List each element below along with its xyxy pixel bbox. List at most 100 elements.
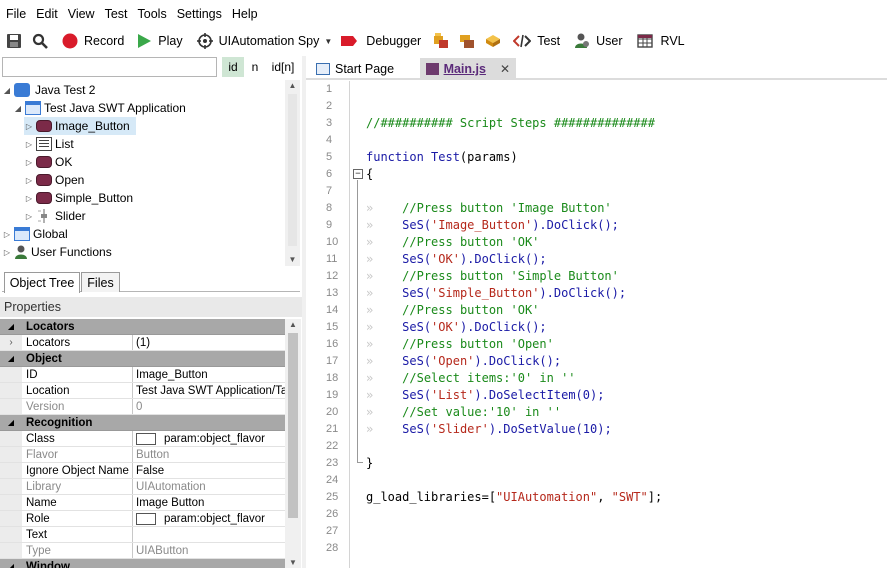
tree-scroll-thumb[interactable] bbox=[288, 94, 297, 246]
collapse-icon[interactable]: ◢ bbox=[0, 351, 22, 366]
chevron-down-icon[interactable]: ▼ bbox=[324, 37, 332, 46]
category-locators[interactable]: ◢ Locators bbox=[0, 319, 285, 335]
expand-icon[interactable]: ▷ bbox=[24, 158, 34, 167]
search-by-index-button[interactable]: id[n] bbox=[268, 57, 298, 77]
property-value[interactable]: Image_Button bbox=[133, 367, 285, 382]
close-icon[interactable]: ✕ bbox=[500, 62, 510, 76]
property-row-library[interactable]: Library UIAutomation bbox=[0, 479, 285, 495]
properties-scroll-thumb[interactable] bbox=[288, 333, 298, 518]
collapse-icon[interactable]: ◢ bbox=[0, 319, 22, 334]
property-row-location[interactable]: Location Test Java SWT Application/Ta bbox=[0, 383, 285, 399]
menu-test[interactable]: Test bbox=[105, 7, 128, 21]
property-row-class[interactable]: Class param:object_flavor bbox=[0, 431, 285, 447]
fold-toggle-icon[interactable]: − bbox=[353, 169, 363, 179]
user-button[interactable]: User bbox=[574, 30, 623, 52]
collapse-icon[interactable]: ◢ bbox=[13, 104, 23, 113]
panel-splitter[interactable] bbox=[302, 56, 306, 568]
code-area[interactable]: //########## Script Steps ##############… bbox=[366, 81, 886, 568]
tree-item-simple-button[interactable]: ▷ Simple_Button bbox=[24, 189, 133, 207]
object-search-input[interactable] bbox=[2, 57, 217, 77]
search-by-name-button[interactable]: n bbox=[247, 57, 263, 77]
rvl-button[interactable]: RVL bbox=[636, 30, 685, 52]
property-value[interactable]: UIAutomation bbox=[133, 479, 285, 494]
tree-item-java-test-2[interactable]: ◢ Java Test 2 bbox=[2, 81, 95, 99]
property-value-cell[interactable]: param:object_flavor bbox=[133, 511, 285, 526]
menu-help[interactable]: Help bbox=[232, 7, 258, 21]
collapse-icon[interactable]: ◢ bbox=[2, 86, 12, 95]
property-row-role[interactable]: Role param:object_flavor bbox=[0, 511, 285, 527]
debugger-button[interactable]: Debugger bbox=[340, 30, 421, 52]
property-row-ignore-object-name[interactable]: Ignore Object Name False bbox=[0, 463, 285, 479]
menu-settings[interactable]: Settings bbox=[177, 7, 222, 21]
collapse-icon[interactable]: ◢ bbox=[0, 415, 22, 430]
properties-scrollbar[interactable]: ▲ ▼ bbox=[285, 319, 301, 568]
save-button[interactable] bbox=[6, 30, 22, 52]
tab-object-tree[interactable]: Object Tree bbox=[4, 272, 80, 293]
property-row-version[interactable]: Version 0 bbox=[0, 399, 285, 415]
property-value[interactable]: Image Button bbox=[133, 495, 285, 510]
rvl-label: RVL bbox=[660, 34, 685, 48]
expand-icon[interactable]: ▷ bbox=[2, 248, 12, 257]
collapse-icon[interactable]: ◢ bbox=[0, 559, 22, 568]
objects-button-2[interactable] bbox=[459, 30, 475, 52]
objects-button-3[interactable] bbox=[485, 30, 501, 52]
category-object[interactable]: ◢ Object bbox=[0, 351, 285, 367]
scroll-up-icon[interactable]: ▲ bbox=[285, 81, 300, 90]
expand-icon[interactable]: ▷ bbox=[24, 176, 34, 185]
scroll-down-icon[interactable]: ▼ bbox=[285, 558, 301, 567]
property-value[interactable]: 0 bbox=[133, 399, 285, 414]
tab-start-page[interactable]: Start Page bbox=[310, 58, 400, 80]
property-value[interactable]: (1) bbox=[133, 335, 285, 350]
tree-item-user-functions[interactable]: ▷ User Functions bbox=[2, 243, 112, 261]
uiautomation-spy-button[interactable]: UIAutomation Spy ▼ bbox=[196, 30, 332, 52]
menu-file[interactable]: File bbox=[6, 7, 26, 21]
property-value[interactable]: False bbox=[133, 463, 285, 478]
property-value-cell[interactable]: param:object_flavor bbox=[133, 431, 285, 446]
property-row-id[interactable]: ID Image_Button bbox=[0, 367, 285, 383]
property-value[interactable]: UIAButton bbox=[133, 543, 285, 558]
property-value[interactable]: Button bbox=[133, 447, 285, 462]
objects-button-1[interactable] bbox=[433, 30, 449, 52]
category-window[interactable]: ◢ Window bbox=[0, 559, 285, 568]
property-value[interactable]: Test Java SWT Application/Ta bbox=[133, 383, 285, 398]
indent-marker: » bbox=[366, 303, 374, 317]
expand-icon[interactable]: ▷ bbox=[24, 122, 34, 131]
code-line-5: function Test(params) bbox=[366, 149, 518, 166]
expand-icon[interactable]: ▷ bbox=[24, 140, 34, 149]
menu-tools[interactable]: Tools bbox=[138, 7, 167, 21]
play-button[interactable]: Play bbox=[136, 30, 183, 52]
keyword: function bbox=[366, 150, 424, 164]
expand-icon[interactable]: ▷ bbox=[24, 194, 34, 203]
expand-icon[interactable]: ▷ bbox=[2, 230, 12, 239]
tree-item-ok[interactable]: ▷ OK bbox=[24, 153, 72, 171]
tree-item-global[interactable]: ▷ Global bbox=[2, 225, 68, 243]
property-row-locators[interactable]: › Locators (1) bbox=[0, 335, 285, 351]
property-row-type[interactable]: Type UIAButton bbox=[0, 543, 285, 559]
tree-item-image-button[interactable]: ▷ Image_Button bbox=[24, 117, 136, 135]
tab-main-js[interactable]: Main.js ✕ bbox=[420, 58, 516, 80]
tree-scrollbar[interactable]: ▲ ▼ bbox=[285, 80, 300, 266]
property-value[interactable] bbox=[133, 527, 285, 542]
tab-files[interactable]: Files bbox=[81, 272, 120, 292]
tree-item-test-java-swt-application[interactable]: ◢ Test Java SWT Application bbox=[13, 99, 186, 117]
property-row-text[interactable]: Text bbox=[0, 527, 285, 543]
expand-icon[interactable]: › bbox=[0, 335, 22, 350]
category-recognition[interactable]: ◢ Recognition bbox=[0, 415, 285, 431]
record-button[interactable]: Record bbox=[62, 30, 124, 52]
menu-view[interactable]: View bbox=[68, 7, 95, 21]
code-editor[interactable]: 1 2 3 4 5 6 7 8 9 10 11 12 13 14 15 16 17 18 19 20 21 22 23 24 2… bbox=[320, 81, 887, 568]
scroll-up-icon[interactable]: ▲ bbox=[285, 320, 301, 329]
scroll-down-icon[interactable]: ▼ bbox=[285, 255, 300, 264]
row-gutter bbox=[0, 511, 22, 526]
property-row-name[interactable]: Name Image Button bbox=[0, 495, 285, 511]
search-by-id-button[interactable]: id bbox=[222, 57, 244, 77]
line-number: 20 bbox=[326, 406, 339, 418]
tree-item-list[interactable]: ▷ List bbox=[24, 135, 74, 153]
find-button[interactable] bbox=[32, 30, 48, 52]
tree-item-slider[interactable]: ▷ Slider bbox=[24, 207, 86, 225]
test-button[interactable]: Test bbox=[512, 30, 560, 52]
tree-item-open[interactable]: ▷ Open bbox=[24, 171, 84, 189]
expand-icon[interactable]: ▷ bbox=[24, 212, 34, 221]
property-row-flavor[interactable]: Flavor Button bbox=[0, 447, 285, 463]
menu-edit[interactable]: Edit bbox=[36, 7, 58, 21]
